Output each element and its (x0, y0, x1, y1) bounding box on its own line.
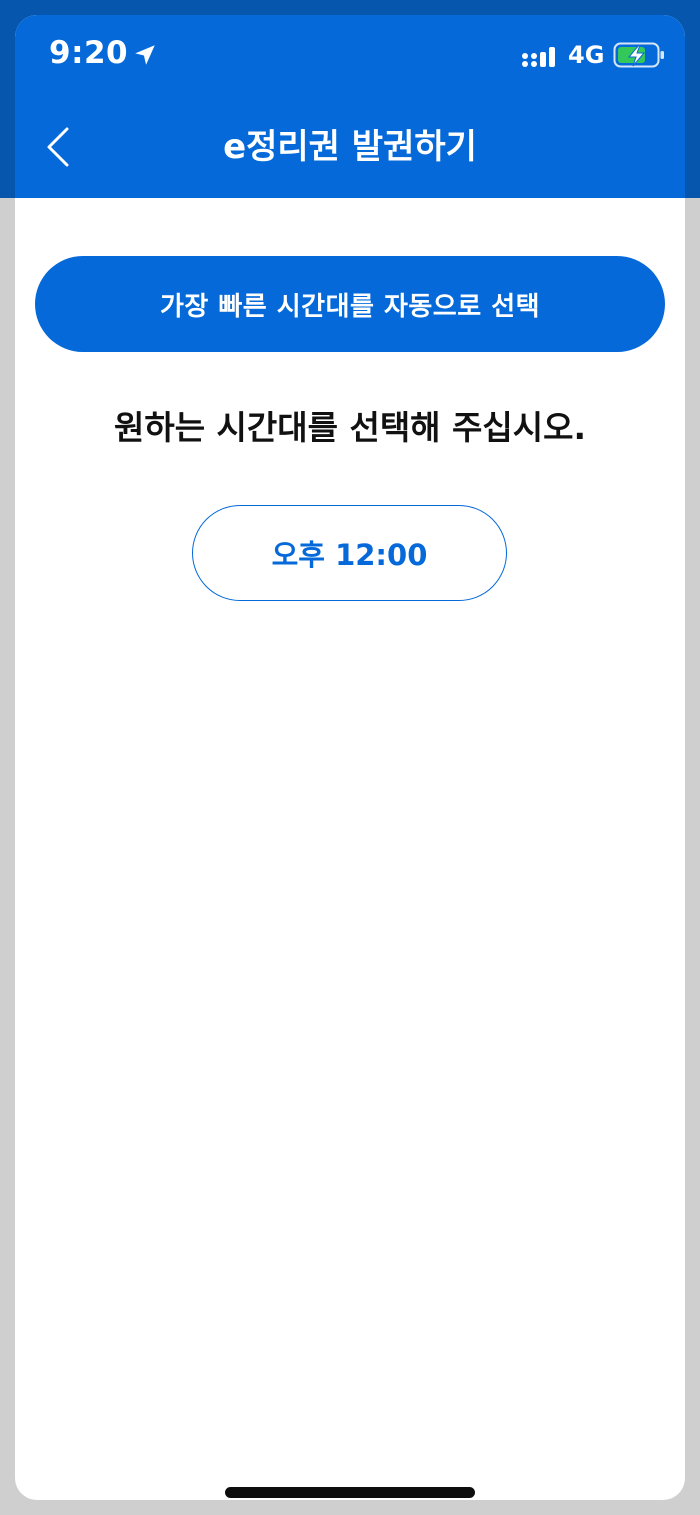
home-indicator[interactable] (225, 1487, 475, 1498)
location-arrow-icon (135, 45, 155, 65)
battery-charging-icon (613, 42, 664, 68)
page-title: e정리권 발권하기 (223, 127, 477, 167)
signal-bars-icon (522, 47, 555, 67)
time-slot-button[interactable]: 오후 12:00 (192, 505, 507, 601)
instruction-text: 원하는 시간대를 선택해 주십시오. (113, 408, 587, 447)
status-time: 9:20 (49, 35, 129, 71)
app-header: 9:20 4G e정리권 발권하기 (15, 15, 685, 198)
auto-select-fastest-button[interactable]: 가장 빠른 시간대를 자동으로 선택 (35, 256, 665, 352)
app-screen: 9:20 4G e정리권 발권하기 가장 빠른 시간대를 자동으로 선택 원하는… (15, 15, 685, 1500)
network-label: 4G (568, 41, 605, 69)
